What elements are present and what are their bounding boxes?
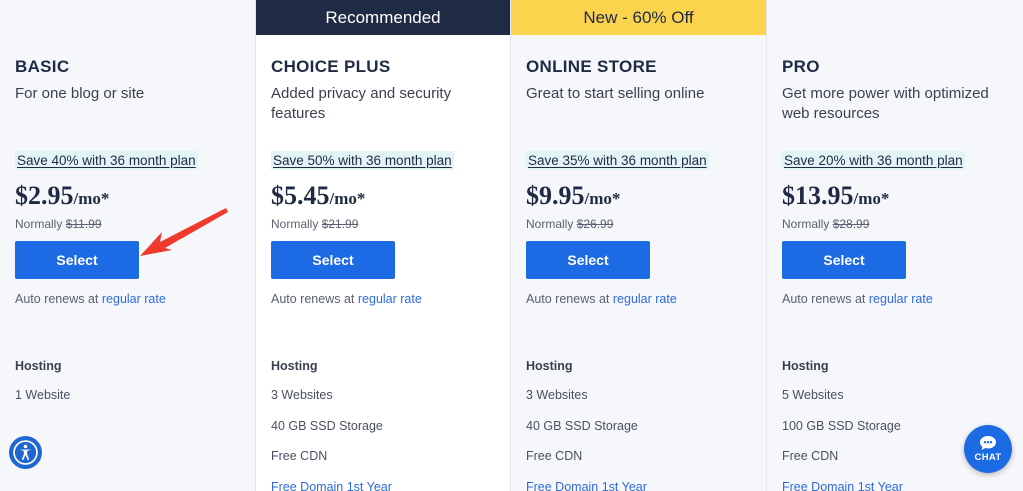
- plan-name: PRO: [782, 57, 820, 76]
- price: $9.95/mo*: [526, 181, 756, 211]
- normal-price-line: Normally $26.99: [526, 217, 756, 231]
- feature-item: Free CDN: [271, 449, 328, 463]
- regular-rate-link[interactable]: regular rate: [613, 292, 677, 306]
- feature-list: 1 Website: [15, 388, 245, 419]
- plan-name: CHOICE PLUS: [271, 57, 391, 76]
- regular-rate-link[interactable]: regular rate: [869, 292, 933, 306]
- feature-item: 40 GB SSD Storage: [526, 418, 638, 433]
- feature-list: 3 Websites 40 GB SSD Storage Free CDN Fr…: [526, 388, 756, 491]
- price-unit: /mo*: [584, 189, 621, 208]
- plan-description: Great to start selling online: [526, 85, 705, 102]
- normal-price-line: Normally $21.99: [271, 217, 500, 231]
- plan-content: ONLINE STORE Great to start selling onli…: [526, 57, 756, 491]
- normally-label: Normally: [15, 217, 63, 231]
- chat-label: CHAT: [974, 452, 1002, 463]
- normal-price-line: Normally $28.99: [782, 217, 1013, 231]
- chat-button[interactable]: CHAT: [964, 425, 1012, 473]
- feature-item-link[interactable]: Free Domain 1st Year: [271, 480, 500, 491]
- feature-heading: Hosting: [782, 359, 829, 373]
- feature-item-link[interactable]: Free Domain 1st Year: [782, 480, 1013, 491]
- chat-icon: [980, 436, 996, 450]
- feature-item: 1 Website: [15, 388, 71, 402]
- promo-badge: New - 60% Off: [511, 0, 766, 35]
- renew-note: Auto renews at regular rate: [271, 292, 500, 306]
- regular-rate-link[interactable]: regular rate: [102, 292, 166, 306]
- price-amount: $2.95: [15, 181, 74, 210]
- accessibility-icon[interactable]: [9, 436, 42, 469]
- renew-text: Auto renews at: [782, 292, 866, 306]
- feature-item: 3 Websites: [271, 388, 333, 402]
- price-amount: $13.95: [782, 181, 854, 210]
- save-note: Save 35% with 36 month plan: [526, 151, 709, 170]
- feature-item-link[interactable]: Free Domain 1st Year: [526, 480, 756, 491]
- recommended-badge: Recommended: [256, 0, 510, 35]
- feature-list: 3 Websites 40 GB SSD Storage Free CDN Fr…: [271, 388, 500, 491]
- save-note: Save 20% with 36 month plan: [782, 151, 965, 170]
- renew-text: Auto renews at: [526, 292, 610, 306]
- normally-label: Normally: [782, 217, 830, 231]
- plan-card-online-store: New - 60% Off ONLINE STORE Great to star…: [511, 0, 767, 491]
- save-note: Save 50% with 36 month plan: [271, 151, 454, 170]
- normal-price: $28.99: [832, 217, 870, 231]
- feature-heading: Hosting: [526, 359, 573, 373]
- plan-name: ONLINE STORE: [526, 57, 657, 76]
- select-button-choice-plus[interactable]: Select: [271, 241, 395, 279]
- plan-card-pro: PRO Get more power with optimized web re…: [767, 0, 1023, 491]
- renew-text: Auto renews at: [271, 292, 355, 306]
- price-unit: /mo*: [329, 189, 366, 208]
- price-amount: $9.95: [526, 181, 585, 210]
- plan-name: BASIC: [15, 57, 70, 76]
- plan-description: For one blog or site: [15, 85, 145, 102]
- select-button-pro[interactable]: Select: [782, 241, 906, 279]
- normally-label: Normally: [526, 217, 574, 231]
- price-amount: $5.45: [271, 181, 330, 210]
- regular-rate-link[interactable]: regular rate: [358, 292, 422, 306]
- feature-heading: Hosting: [271, 359, 318, 373]
- feature-item: 3 Websites: [526, 388, 588, 402]
- renew-text: Auto renews at: [15, 292, 99, 306]
- plan-content: CHOICE PLUS Added privacy and security f…: [271, 57, 500, 491]
- renew-note: Auto renews at regular rate: [782, 292, 1013, 306]
- accessibility-figure-icon: [13, 440, 38, 465]
- feature-heading: Hosting: [15, 359, 62, 373]
- plan-description: Get more power with optimized web resour…: [782, 85, 989, 122]
- normal-price: $26.99: [576, 217, 614, 231]
- normal-price: $11.99: [65, 217, 102, 231]
- price: $13.95/mo*: [782, 181, 1013, 211]
- feature-item: Free CDN: [526, 449, 583, 463]
- renew-note: Auto renews at regular rate: [526, 292, 756, 306]
- price-unit: /mo*: [853, 189, 890, 208]
- feature-item: 40 GB SSD Storage: [271, 418, 383, 433]
- plan-description: Added privacy and security features: [271, 85, 452, 122]
- price: $5.45/mo*: [271, 181, 500, 211]
- normally-label: Normally: [271, 217, 319, 231]
- select-button-basic[interactable]: Select: [15, 241, 139, 279]
- renew-note: Auto renews at regular rate: [15, 292, 245, 306]
- red-arrow-icon: [140, 208, 228, 256]
- feature-item: 5 Websites: [782, 388, 844, 402]
- plan-card-choice-plus: Recommended CHOICE PLUS Added privacy an…: [255, 0, 511, 491]
- normal-price: $21.99: [321, 217, 359, 231]
- select-button-online-store[interactable]: Select: [526, 241, 650, 279]
- save-note: Save 40% with 36 month plan: [15, 151, 198, 170]
- price-unit: /mo*: [73, 189, 110, 208]
